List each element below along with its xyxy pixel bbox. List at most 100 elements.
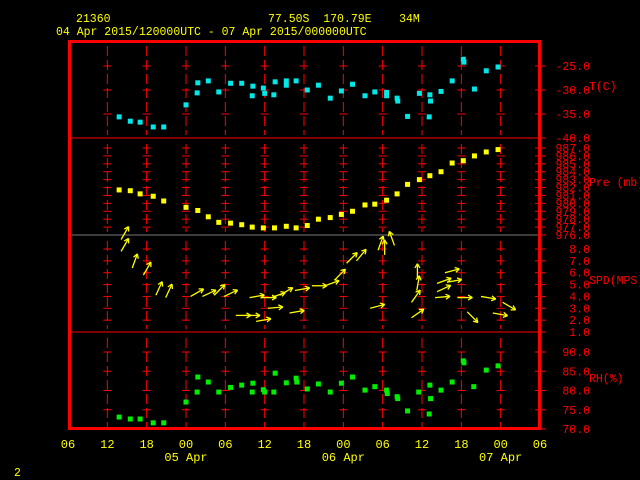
rh-point: [483, 367, 489, 373]
temperature-point: [283, 78, 289, 84]
temperature-point: [216, 89, 222, 95]
temperature-point: [483, 68, 489, 74]
y-tick-label: -30.0: [555, 85, 590, 98]
rh-point: [216, 389, 222, 395]
pressure-point: [372, 201, 378, 207]
pressure-point: [416, 177, 422, 183]
wind-arrow: [120, 237, 130, 252]
pressure-point: [315, 216, 321, 222]
y-tick-label: 80.0: [562, 386, 590, 399]
temperature-point: [384, 93, 390, 99]
y-tick-label: 85.0: [562, 366, 590, 379]
x-day-label: 07 Apr: [479, 451, 522, 465]
temperature-point: [116, 114, 122, 120]
wind-arrow: [387, 230, 396, 246]
temperature-point: [471, 86, 477, 92]
x-tick-label: 12: [257, 438, 271, 452]
temperature-point: [239, 80, 245, 86]
pressure-point: [483, 149, 489, 155]
wind-arrow: [436, 276, 452, 284]
rh-point: [304, 386, 310, 392]
rh-point: [395, 396, 401, 402]
rh-point: [283, 380, 289, 386]
temperature-point: [461, 59, 467, 65]
y-tick-label: -25.0: [555, 61, 590, 74]
pressure-point: [460, 158, 466, 164]
temperature-point: [495, 64, 501, 70]
temperature-point: [350, 81, 356, 87]
axis-labels: -25.0-30.0-35.0-40.0T(C)987.0986.0985.09…: [61, 61, 640, 465]
pressure-point: [239, 222, 245, 228]
rh-point: [384, 391, 390, 397]
rh-point: [338, 380, 344, 386]
meteogram-chart: 21360 77.50S 170.79E 34M 04 Apr 2015/120…: [14, 13, 640, 480]
wind-arrow: [466, 311, 479, 324]
wind-arrow-shaft: [466, 311, 479, 323]
wind-arrow-shaft: [346, 252, 358, 264]
pressure-point: [304, 223, 310, 229]
rh-point: [372, 384, 378, 390]
y-tick-label: 1.0: [569, 327, 590, 340]
rh-point: [137, 416, 143, 422]
wind-arrow: [294, 285, 311, 292]
rh-point: [416, 389, 422, 395]
pressure-axis-label: Pre (mb): [589, 177, 640, 190]
station-id: 21360: [76, 13, 111, 26]
rh-point: [262, 389, 268, 395]
rh-point: [362, 387, 368, 393]
pressure-point: [327, 215, 333, 221]
temperature-point: [304, 87, 310, 93]
x-tick-label: 06: [218, 438, 232, 452]
y-tick-label: 70.0: [562, 424, 590, 437]
pressure-point: [260, 225, 266, 231]
rh-point: [471, 384, 477, 390]
wind-arrow: [256, 316, 272, 323]
wind-arrow: [370, 302, 386, 309]
wind-arrow-head: [418, 275, 422, 281]
pressure-point: [228, 220, 234, 226]
rh-point: [250, 380, 256, 386]
temperature-point: [293, 78, 299, 84]
temperature-point: [250, 83, 256, 89]
rh-point: [194, 389, 200, 395]
rh-point: [150, 420, 156, 426]
y-tick-label: 976.0: [555, 230, 590, 243]
x-tick-label: 12: [100, 438, 114, 452]
temperature-point: [395, 98, 401, 104]
rh-point: [426, 411, 432, 417]
rh-point: [315, 381, 321, 387]
rh-axis-label: RH(%): [589, 373, 624, 386]
wind-arrow: [480, 295, 497, 302]
wind-arrow-head: [502, 315, 508, 318]
wind-arrow: [436, 284, 452, 293]
pressure-point: [116, 187, 122, 193]
x-day-label: 05 Apr: [164, 451, 207, 465]
temperature-point: [262, 90, 268, 96]
y-tick-label: 75.0: [562, 405, 590, 418]
rh-point: [461, 360, 467, 366]
wind-arrow: [202, 289, 217, 298]
temperature-point: [416, 90, 422, 96]
temperature-point: [150, 124, 156, 130]
rh-point: [438, 387, 444, 393]
pressure-point: [283, 223, 289, 229]
rh-point: [427, 382, 433, 388]
wind-arrow: [289, 308, 305, 315]
temperature-point: [438, 88, 444, 94]
temperature-point: [194, 90, 200, 96]
pressure-point: [471, 153, 477, 159]
pressure-point: [427, 173, 433, 179]
time-period: 04 Apr 2015/120000UTC - 07 Apr 2015/0000…: [56, 26, 367, 39]
rh-point: [327, 389, 333, 395]
rh-point: [249, 389, 255, 395]
rh-point: [271, 389, 277, 395]
rh-point: [116, 414, 122, 420]
temperature-point: [249, 93, 255, 99]
rh-point: [428, 396, 434, 402]
station-location: 77.50S 170.79E 34M: [268, 13, 420, 26]
wind-arrow-head: [136, 253, 139, 259]
rh-point: [195, 374, 201, 380]
x-tick-label: 18: [297, 438, 311, 452]
wind-arrow: [131, 253, 139, 269]
pressure-point: [150, 193, 156, 199]
